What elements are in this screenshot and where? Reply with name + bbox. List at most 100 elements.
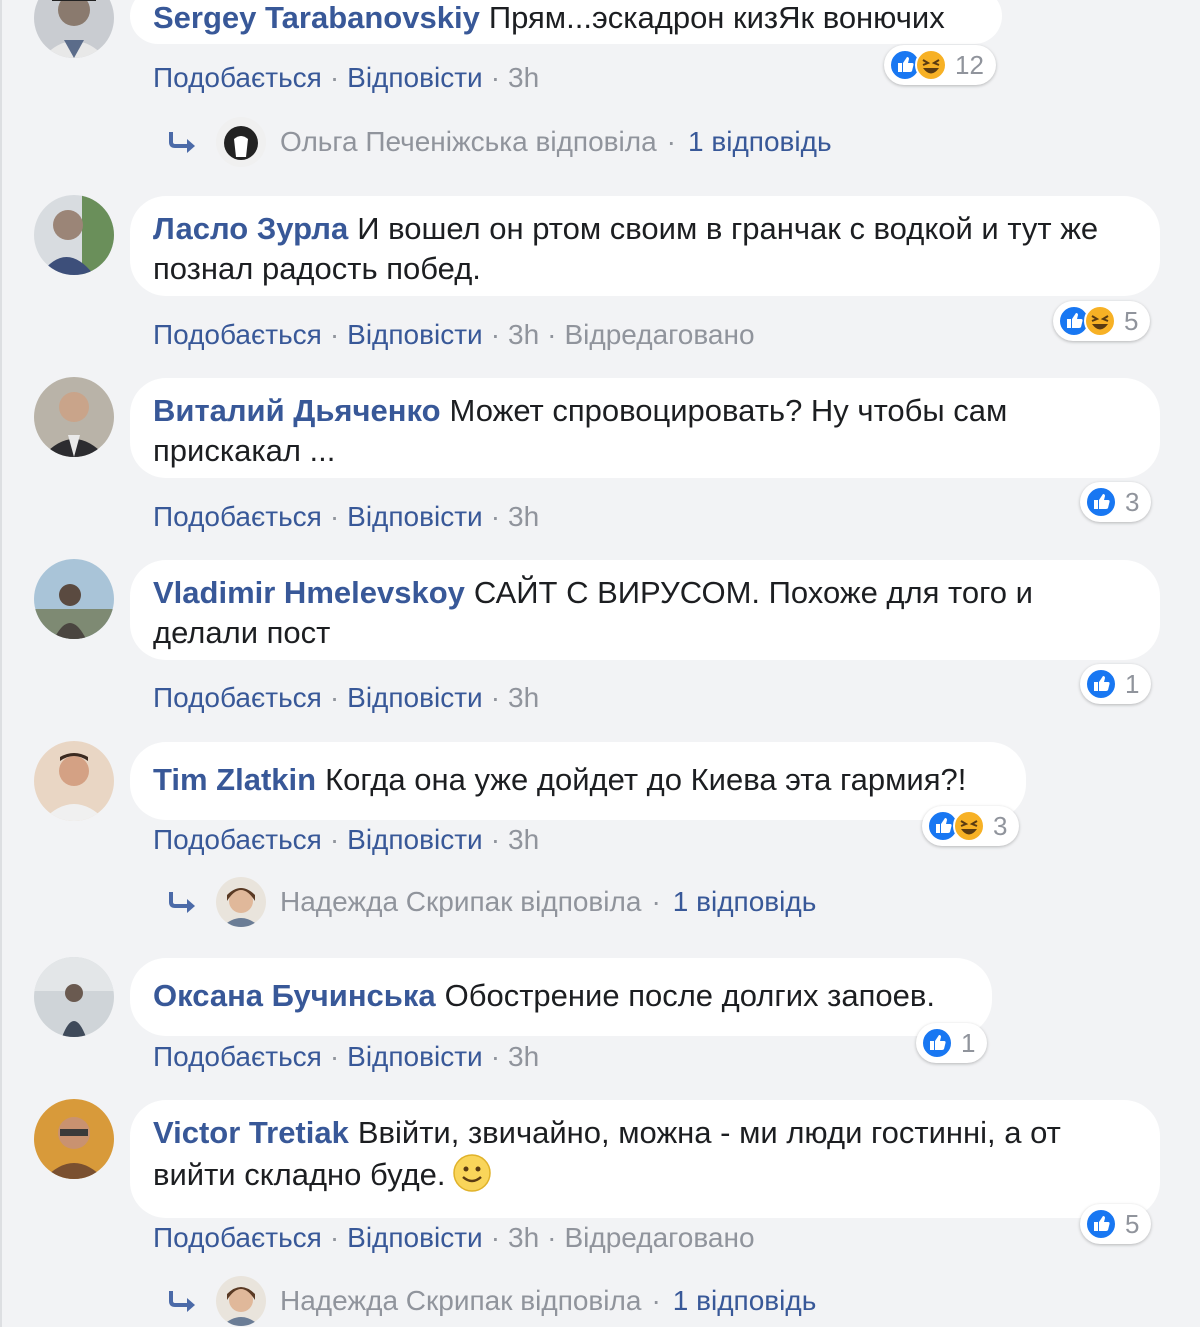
avatar[interactable] [34,377,114,457]
avatar[interactable] [34,1099,114,1179]
like-button[interactable]: Подобається [153,824,322,855]
comment-actions: Подобається · Відповісти · 3h [153,681,539,715]
comment-time[interactable]: 3h [508,1041,539,1072]
thread-divider [0,0,2,1327]
reply-button[interactable]: Відповісти [347,501,483,532]
separator: · [490,1222,501,1253]
comment-author[interactable]: Виталий Дьяченко [153,393,441,428]
avatar[interactable] [34,0,114,58]
comment-bubble: Оксана Бучинська Обострение после долгих … [130,958,992,1036]
reaction-count: 1 [961,1027,976,1058]
separator: · [490,824,501,855]
comment-author[interactable]: Victor Tretiak [153,1115,349,1150]
reply-button[interactable]: Відповісти [347,62,483,93]
reactions-summary[interactable]: 12 [884,45,996,85]
comment-text: Прям...эскадрон кизЯк вонючих [488,0,945,35]
replies-link[interactable]: Надежда Скрипак відповіла · 1 відповідь [165,1275,816,1327]
replies-link[interactable]: Надежда Скрипак відповіла · 1 відповідь [165,876,816,928]
separator: · [329,824,340,855]
comment-bubble: Victor Tretiak Ввійти, звичайно, можна - … [130,1100,1160,1218]
separator: · [547,319,557,350]
reply-author-label: Надежда Скрипак відповіла [280,886,642,917]
comment-bubble: Vladimir Hmelevskoy САЙТ С ВИРУСОМ. Похож… [130,560,1160,660]
separator: · [329,1041,340,1072]
like-button[interactable]: Подобається [153,1041,322,1072]
like-icon [1085,486,1117,518]
separator: · [329,501,340,532]
comment-author[interactable]: Vladimir Hmelevskoy [153,575,465,610]
comment-bubble: Ласло Зурла И вошел он ртом своим в гранч… [130,196,1160,296]
haha-icon [1084,305,1116,337]
replies-link[interactable]: Ольга Печеніжська відповіла · 1 відповід… [165,116,832,168]
separator: · [490,62,501,93]
comment-time[interactable]: 3h [508,1222,539,1253]
separator: · [666,126,676,157]
haha-icon [915,49,947,81]
like-button[interactable]: Подобається [153,319,322,350]
reply-button[interactable]: Відповісти [347,1041,483,1072]
comment-text: Обострение после долгих запоев. [444,978,935,1013]
avatar[interactable] [34,957,114,1037]
reply-count[interactable]: 1 відповідь [673,886,817,918]
reactions-summary[interactable]: 5 [1080,1204,1152,1244]
reply-button[interactable]: Відповісти [347,682,483,713]
comment-author[interactable]: Sergey Tarabanovskiy [153,0,480,35]
separator: · [547,1222,557,1253]
reply-author-label: Надежда Скрипак відповіла [280,1285,642,1316]
reactions-summary[interactable]: 5 [1053,301,1151,341]
separator: · [490,682,501,713]
separator: · [490,1041,501,1072]
reactions-summary[interactable]: 1 [916,1023,988,1063]
like-icon [921,1027,953,1059]
comment-time[interactable]: 3h [508,682,539,713]
reactions-summary[interactable]: 1 [1080,664,1152,704]
comment-actions: Подобається · Відповісти · 3h [153,1040,539,1074]
reply-avatar [216,877,266,927]
like-button[interactable]: Подобається [153,682,322,713]
reaction-count: 5 [1124,305,1139,336]
reactions-summary[interactable]: 3 [1080,482,1152,522]
reactions-summary[interactable]: 3 [922,806,1020,846]
haha-icon [953,810,985,842]
like-icon [1085,668,1117,700]
reply-button[interactable]: Відповісти [347,1222,483,1253]
like-button[interactable]: Подобається [153,501,322,532]
smiley-icon [452,1154,491,1192]
comment-author[interactable]: Ласло Зурла [153,211,348,246]
separator: · [329,1222,340,1253]
comment-author[interactable]: Tim Zlatkin [153,762,316,797]
like-button[interactable]: Подобається [153,62,322,93]
reply-author-label: Ольга Печеніжська відповіла [280,126,657,157]
avatar[interactable] [34,741,114,821]
separator: · [329,62,340,93]
comment-time[interactable]: 3h [508,824,539,855]
comment-bubble: Виталий Дьяченко Может спровоцировать? Ну… [130,378,1160,478]
reply-count[interactable]: 1 відповідь [688,126,832,158]
reply-button[interactable]: Відповісти [347,319,483,350]
avatar[interactable] [34,559,114,639]
comment-actions: Подобається · Відповісти · 3h · Відредаговано [153,318,755,352]
comment-actions: Подобається · Відповісти · 3h [153,61,539,95]
separator: · [329,319,340,350]
reply-avatar [216,1276,266,1326]
edited-label[interactable]: Відредаговано [565,319,755,350]
comment-text: Когда она уже дойдет до Киева эта гармия… [325,762,967,797]
separator: · [490,319,501,350]
reaction-count: 3 [993,810,1008,841]
separator: · [651,886,661,917]
avatar[interactable] [34,195,114,275]
comment-author[interactable]: Оксана Бучинська [153,978,436,1013]
like-button[interactable]: Подобається [153,1222,322,1253]
reply-count[interactable]: 1 відповідь [673,1285,817,1317]
comment-bubble: Tim Zlatkin Когда она уже дойдет до Киева… [130,742,1026,820]
comment-actions: Подобається · Відповісти · 3h · Відредаговано [153,1221,755,1255]
reaction-count: 5 [1125,1208,1140,1239]
reply-button[interactable]: Відповісти [347,824,483,855]
edited-label[interactable]: Відредаговано [565,1222,755,1253]
like-icon [1085,1208,1117,1240]
reply-arrow-icon [169,132,195,153]
comment-time[interactable]: 3h [508,319,539,350]
comment-time[interactable]: 3h [508,62,539,93]
separator: · [651,1285,661,1316]
comment-time[interactable]: 3h [508,501,539,532]
